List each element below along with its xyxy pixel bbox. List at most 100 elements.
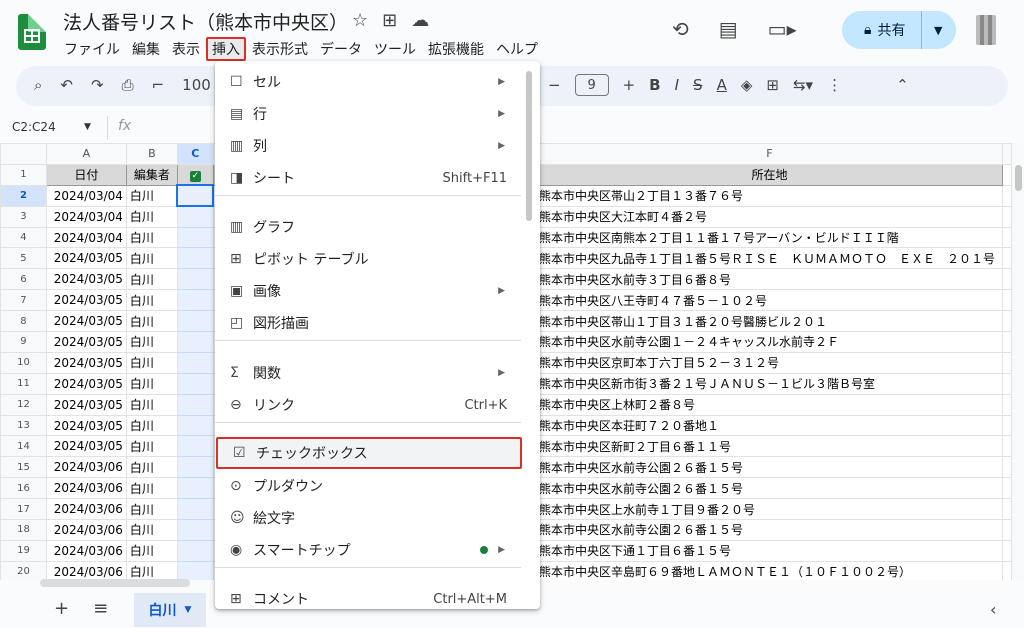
address-cell[interactable]: 熊本市中央区九品寺１丁目１番５号ＲＩＳＥ ＫＵＭＡＭＯＴＯ ＥＸＥ ２０１号	[535, 247, 1003, 270]
checkbox-cell[interactable]	[176, 205, 214, 228]
collapse-toolbar-icon[interactable]: ⌃	[896, 76, 909, 94]
date-cell[interactable]: 2024/03/04	[45, 226, 127, 249]
move-folder-icon[interactable]: ⊞	[382, 10, 397, 31]
menu-help[interactable]: ヘルプ	[490, 37, 544, 61]
row-header[interactable]: 19	[0, 539, 47, 562]
cloud-status-icon[interactable]: ☁	[411, 10, 429, 31]
vertical-scrollbar[interactable]	[1012, 143, 1024, 580]
editor-cell[interactable]: 白川	[125, 560, 178, 580]
editor-cell[interactable]: 白川	[125, 351, 178, 374]
fill-color-icon[interactable]: ◈	[741, 76, 753, 94]
menu-scrollbar[interactable]	[526, 71, 532, 221]
header-cell-checkbox[interactable]: ✓	[176, 163, 214, 186]
editor-cell[interactable]: 白川	[125, 289, 178, 312]
date-cell[interactable]: 2024/03/05	[45, 289, 127, 312]
editor-cell[interactable]: 白川	[125, 477, 178, 500]
editor-cell[interactable]: 白川	[125, 456, 178, 479]
editor-cell[interactable]: 白川	[125, 331, 178, 353]
editor-cell[interactable]: 白川	[125, 498, 178, 521]
address-cell[interactable]: 熊本市中央区京町本丁六丁目５２－３１２号	[535, 351, 1003, 374]
menu-item-drawing[interactable]: ◰ 図形描画	[215, 307, 521, 339]
editor-cell[interactable]: 白川	[125, 393, 178, 416]
editor-cell[interactable]: 白川	[125, 184, 178, 207]
comments-icon[interactable]: ▤	[719, 17, 738, 41]
print-icon[interactable]: ⎙	[122, 76, 134, 94]
editor-cell[interactable]: 白川	[125, 205, 178, 228]
menu-item-link[interactable]: ⊖ リンク Ctrl+K	[215, 389, 521, 421]
row-header[interactable]: 8	[0, 310, 47, 333]
checkbox-cell[interactable]	[176, 310, 214, 333]
row-header[interactable]: 12	[0, 393, 47, 416]
undo-icon[interactable]: ↶	[60, 76, 73, 94]
checkbox-cell[interactable]	[176, 519, 214, 541]
checkbox-cell[interactable]	[176, 351, 214, 374]
editor-cell[interactable]: 白川	[125, 247, 178, 270]
address-cell[interactable]: 熊本市中央区下通１丁目６番１５号	[535, 539, 1003, 562]
menu-item-dropdown[interactable]: ⊙ プルダウン	[215, 470, 521, 502]
date-cell[interactable]: 2024/03/06	[45, 539, 127, 562]
date-cell[interactable]: 2024/03/06	[45, 560, 127, 580]
editor-cell[interactable]: 白川	[125, 539, 178, 562]
date-cell[interactable]: 2024/03/05	[45, 310, 127, 333]
paint-format-icon[interactable]: ⌐	[152, 76, 165, 94]
row-header[interactable]: 3	[0, 205, 47, 228]
avatar[interactable]	[976, 15, 996, 45]
address-cell[interactable]: 熊本市中央区水前寺公園２６番１５号	[535, 519, 1003, 541]
header-cell-address[interactable]: 所在地	[535, 163, 1003, 186]
italic-icon[interactable]: I	[675, 76, 679, 94]
menu-data[interactable]: データ	[314, 37, 368, 61]
menu-item-chart[interactable]: ▥ グラフ	[215, 211, 521, 243]
column-header-b[interactable]: B	[125, 143, 178, 165]
checkbox-cell[interactable]	[176, 560, 214, 580]
row-header[interactable]: 7	[0, 289, 47, 312]
strikethrough-icon[interactable]: S	[693, 76, 703, 94]
checkbox-cell[interactable]	[176, 393, 214, 416]
borders-icon[interactable]: ⊞	[766, 76, 779, 94]
menu-item-comment[interactable]: ⊞ コメント Ctrl+Alt+M	[215, 583, 521, 609]
checkbox-cell[interactable]	[176, 226, 214, 249]
date-cell[interactable]: 2024/03/05	[45, 435, 127, 458]
column-header-f[interactable]: F	[535, 143, 1003, 165]
date-cell[interactable]: 2024/03/06	[45, 498, 127, 521]
zoom-select[interactable]: 100	[182, 76, 211, 94]
menu-item-pivot[interactable]: ⊞ ピボット テーブル	[215, 243, 521, 275]
bold-icon[interactable]: B	[649, 76, 660, 94]
checkbox-checked-icon[interactable]: ✓	[189, 171, 201, 183]
address-cell[interactable]: 熊本市中央区八王寺町４７番５－１０２号	[535, 289, 1003, 312]
header-cell-date[interactable]: 日付	[45, 163, 127, 186]
font-size-increase-icon[interactable]: +	[623, 76, 636, 94]
menu-item-smart-chip[interactable]: ◉ スマートチップ ▶	[215, 534, 521, 566]
editor-cell[interactable]: 白川	[125, 268, 178, 291]
meet-icon[interactable]: ▭▸	[768, 17, 797, 41]
row-header[interactable]: 6	[0, 268, 47, 291]
document-title[interactable]: 法人番号リスト（熊本市中央区）	[63, 8, 348, 35]
history-icon[interactable]: ⟲	[672, 17, 689, 41]
checkbox-cell[interactable]	[176, 184, 215, 208]
row-header[interactable]: 9	[0, 331, 47, 353]
menu-item-column[interactable]: ▥ 列 ▶	[215, 130, 521, 162]
date-cell[interactable]: 2024/03/05	[45, 268, 127, 291]
menu-item-function[interactable]: Σ 関数 ▶	[215, 357, 521, 389]
menu-item-cell[interactable]: ☐ セル ▶	[215, 66, 521, 98]
address-cell[interactable]: 熊本市中央区水前寺公園１－２４キャッスル水前寺２Ｆ	[535, 331, 1003, 353]
address-cell[interactable]: 熊本市中央区新町２丁目６番１１号	[535, 435, 1003, 458]
checkbox-cell[interactable]	[176, 331, 214, 353]
address-cell[interactable]: 熊本市中央区南熊本２丁目１１番１７号アーバン・ビルドＩＩＩ階	[535, 226, 1003, 249]
sheet-tab[interactable]: 白川 ▼	[134, 593, 206, 627]
menu-extensions[interactable]: 拡張機能	[422, 37, 490, 61]
row-header[interactable]: 18	[0, 519, 47, 541]
text-color-icon[interactable]: A	[717, 76, 727, 94]
checkbox-cell[interactable]	[176, 435, 214, 458]
row-header[interactable]: 13	[0, 414, 47, 437]
editor-cell[interactable]: 白川	[125, 435, 178, 458]
checkbox-cell[interactable]	[176, 289, 214, 312]
explore-collapse-icon[interactable]: ‹	[990, 600, 996, 619]
all-sheets-icon[interactable]: ≡	[93, 598, 108, 619]
share-button[interactable]: 🔒︎ 共有 ▼	[842, 11, 956, 49]
menu-item-image[interactable]: ▣ 画像 ▶	[215, 275, 521, 307]
horizontal-scrollbar[interactable]	[40, 579, 190, 587]
date-cell[interactable]: 2024/03/05	[45, 393, 127, 416]
chevron-down-icon[interactable]: ▼	[185, 605, 192, 615]
checkbox-cell[interactable]	[176, 247, 214, 270]
sheets-logo-icon[interactable]	[18, 14, 46, 50]
